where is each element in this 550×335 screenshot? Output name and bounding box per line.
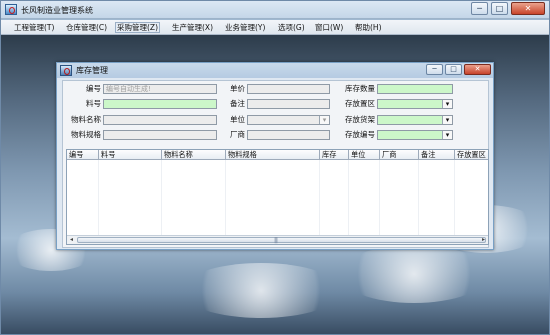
column-header-unit[interactable]: 单位 xyxy=(349,150,380,160)
stock-qty-field[interactable] xyxy=(377,84,453,94)
grip-icon: ||| xyxy=(274,237,278,244)
column-header-material-spec[interactable]: 物料规格 xyxy=(226,150,320,160)
chevron-down-icon: ▾ xyxy=(442,131,452,139)
menu-business[interactable]: 业务管理(Y) xyxy=(224,22,266,33)
storage-code-label: 存放编号 xyxy=(345,130,375,139)
inventory-window: 库存管理 ─ □ ✕ 编号 编号自动生成! 料号 物料名称 物料规格 单价 备注… xyxy=(56,62,494,250)
cloud-decoration xyxy=(339,245,489,303)
item-no-field[interactable] xyxy=(103,99,217,109)
menu-warehouse[interactable]: 仓库管理(C) xyxy=(65,22,108,33)
column-header-remark[interactable]: 备注 xyxy=(419,150,455,160)
horizontal-scrollbar[interactable]: ◂ ||| ▸ xyxy=(67,235,488,244)
column-divider xyxy=(98,160,99,236)
inventory-title-bar: 库存管理 ─ □ ✕ xyxy=(57,63,493,78)
unit-label: 单位 xyxy=(230,115,245,124)
app-title: 长风制造业管理系统 xyxy=(21,6,93,15)
minimize-icon: ─ xyxy=(477,4,482,13)
scrollbar-thumb[interactable]: ||| xyxy=(77,237,486,244)
minimize-button[interactable]: ─ xyxy=(471,2,488,15)
minimize-icon: ─ xyxy=(432,65,437,73)
column-divider xyxy=(454,160,455,236)
item-no-label: 料号 xyxy=(86,99,101,108)
cloud-decoration xyxy=(181,263,341,318)
scroll-right-icon[interactable]: ▸ xyxy=(479,236,488,244)
column-header-stock[interactable]: 库存 xyxy=(320,150,349,160)
close-button[interactable]: ✕ xyxy=(511,2,545,15)
stock-qty-label: 库存数量 xyxy=(345,84,375,93)
menu-production[interactable]: 生产管理(X) xyxy=(171,22,214,33)
close-icon: ✕ xyxy=(524,4,532,13)
remark-label: 备注 xyxy=(230,99,245,108)
storage-code-select[interactable]: ▾ xyxy=(377,130,453,140)
main-window: 长风制造业管理系统 ─ □ ✕ 工程管理(T) 仓库管理(C) 采购管理(Z) … xyxy=(0,0,550,335)
id-label: 编号 xyxy=(86,84,101,93)
scroll-left-icon[interactable]: ◂ xyxy=(67,236,76,244)
window-icon xyxy=(60,65,72,76)
close-icon: ✕ xyxy=(474,65,481,73)
maximize-icon: □ xyxy=(450,65,457,73)
column-divider xyxy=(348,160,349,236)
column-divider xyxy=(379,160,380,236)
storage-zone-select[interactable]: ▾ xyxy=(377,99,453,109)
price-label: 单价 xyxy=(230,84,245,93)
menu-help[interactable]: 帮助(H) xyxy=(354,22,383,33)
column-header-storage-zone[interactable]: 存放置区 xyxy=(455,150,488,160)
column-header-vendor[interactable]: 厂商 xyxy=(380,150,419,160)
menu-options[interactable]: 选项(G) xyxy=(277,22,306,33)
menu-window[interactable]: 窗口(W) xyxy=(314,22,344,33)
child-close-button[interactable]: ✕ xyxy=(464,64,491,75)
app-title-bar: 长风制造业管理系统 ─ □ ✕ xyxy=(1,1,549,19)
column-header-item-no[interactable]: 料号 xyxy=(99,150,162,160)
unit-select[interactable]: ▾ xyxy=(247,115,330,125)
storage-rack-label: 存放货架 xyxy=(345,115,375,124)
chevron-down-icon: ▾ xyxy=(319,116,329,124)
menu-engineering[interactable]: 工程管理(T) xyxy=(13,22,55,33)
storage-zone-label: 存放置区 xyxy=(345,99,375,108)
menu-bar: 工程管理(T) 仓库管理(C) 采购管理(Z) 生产管理(X) 业务管理(Y) … xyxy=(1,20,549,35)
chevron-down-icon: ▾ xyxy=(442,116,452,124)
column-divider xyxy=(319,160,320,236)
maximize-icon: □ xyxy=(495,4,504,13)
vendor-field[interactable] xyxy=(247,130,330,140)
material-spec-field[interactable] xyxy=(103,130,217,140)
app-icon xyxy=(5,4,17,15)
material-spec-label: 物料规格 xyxy=(71,130,101,139)
vendor-label: 厂商 xyxy=(230,130,245,139)
price-field[interactable] xyxy=(247,84,330,94)
child-maximize-button[interactable]: □ xyxy=(445,64,462,75)
column-divider xyxy=(418,160,419,236)
chevron-down-icon: ▾ xyxy=(442,100,452,108)
column-divider xyxy=(225,160,226,236)
inventory-table[interactable]: 编号 料号 物料名称 物料规格 库存 单位 厂商 备注 存放置区 ◂ ||| ▸ xyxy=(66,149,489,245)
column-header-material-name[interactable]: 物料名称 xyxy=(162,150,226,160)
remark-field[interactable] xyxy=(247,99,330,109)
maximize-button[interactable]: □ xyxy=(491,2,508,15)
inventory-form-area: 编号 编号自动生成! 料号 物料名称 物料规格 单价 备注 单位 ▾ 厂商 库存… xyxy=(62,80,489,248)
menu-purchasing[interactable]: 采购管理(Z) xyxy=(115,22,160,33)
storage-rack-select[interactable]: ▾ xyxy=(377,115,453,125)
child-minimize-button[interactable]: ─ xyxy=(426,64,443,75)
column-header-id[interactable]: 编号 xyxy=(67,150,99,160)
column-divider xyxy=(161,160,162,236)
id-field[interactable]: 编号自动生成! xyxy=(103,84,217,94)
inventory-window-title: 库存管理 xyxy=(76,66,108,75)
material-name-field[interactable] xyxy=(103,115,217,125)
material-name-label: 物料名称 xyxy=(71,115,101,124)
